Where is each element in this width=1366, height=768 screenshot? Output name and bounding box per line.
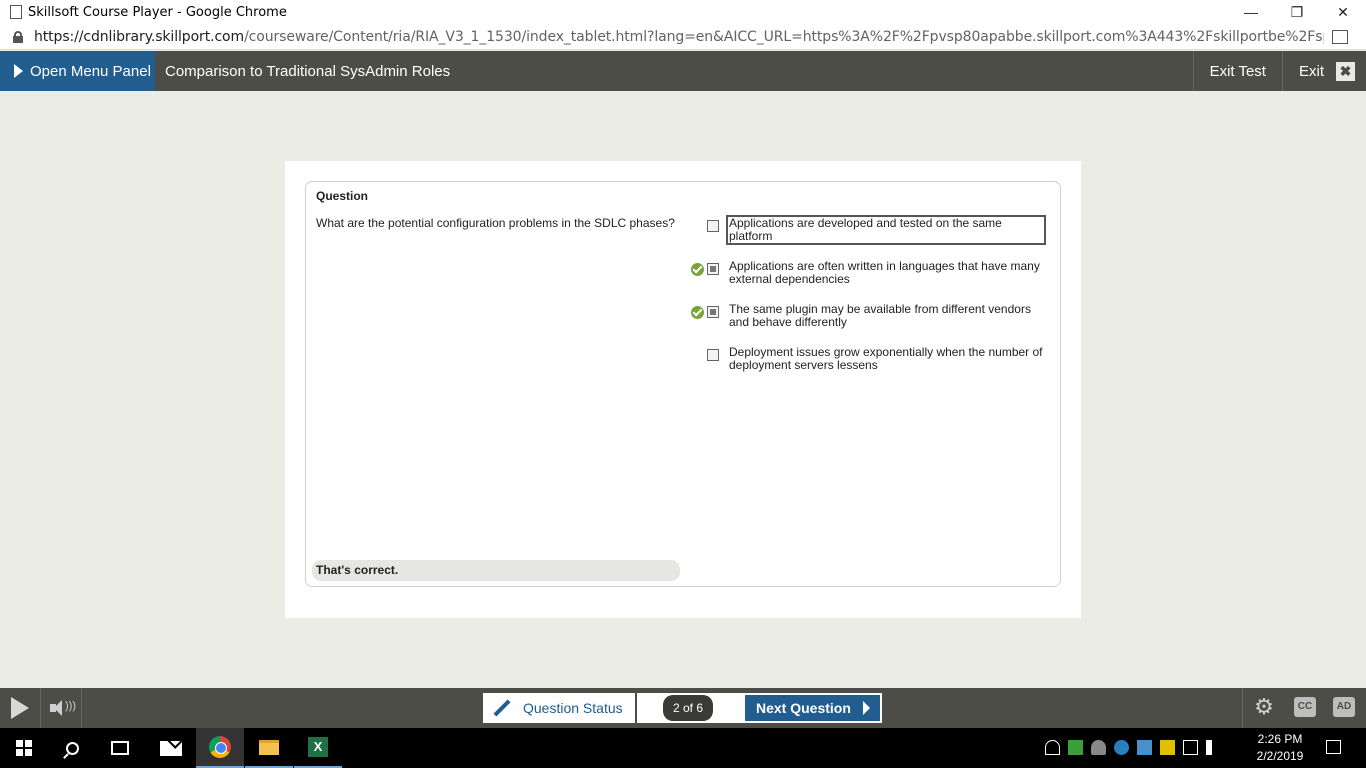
page-indicator: 2 of 6 bbox=[663, 695, 713, 721]
option-label[interactable]: Applications are developed and tested on… bbox=[726, 215, 1046, 245]
closed-captions-icon[interactable]: CC bbox=[1294, 697, 1316, 717]
minimize-button[interactable]: — bbox=[1228, 0, 1274, 24]
open-menu-panel-button[interactable]: Open Menu Panel bbox=[0, 51, 155, 91]
next-question-button[interactable]: Next Question bbox=[745, 695, 880, 721]
answer-option-3[interactable]: The same plugin may be available from di… bbox=[691, 302, 1051, 334]
people-icon[interactable] bbox=[1045, 740, 1060, 755]
window-title: Skillsoft Course Player - Google Chrome bbox=[28, 4, 287, 20]
search-icon bbox=[65, 741, 79, 755]
restore-button[interactable]: ❐ bbox=[1274, 0, 1320, 24]
lock-icon[interactable] bbox=[13, 30, 23, 43]
shield-icon[interactable] bbox=[1160, 740, 1175, 755]
play-icon[interactable] bbox=[11, 697, 29, 719]
next-question-label: Next Question bbox=[756, 700, 851, 716]
player-control-bar: ))) Question Status 2 of 6 Next Question… bbox=[0, 688, 1366, 728]
close-icon: ✖ bbox=[1336, 61, 1355, 81]
option-checkbox[interactable] bbox=[707, 220, 719, 232]
question-pager: 2 of 6 Next Question bbox=[637, 693, 882, 723]
divider bbox=[40, 688, 41, 728]
network-icon[interactable] bbox=[1183, 740, 1198, 755]
search-button[interactable] bbox=[48, 728, 96, 768]
close-window-button[interactable]: ✕ bbox=[1320, 0, 1366, 24]
exit-test-label: Exit Test bbox=[1209, 62, 1266, 80]
chrome-icon bbox=[209, 736, 231, 758]
question-text: What are the potential configuration pro… bbox=[316, 216, 675, 230]
menu-button-label: Open Menu Panel bbox=[30, 62, 151, 80]
cast-icon[interactable] bbox=[1332, 29, 1348, 44]
pencil-icon bbox=[492, 698, 512, 718]
clock-date: 2/2/2019 bbox=[1256, 749, 1304, 763]
option-checkbox[interactable] bbox=[707, 306, 719, 318]
question-heading: Question bbox=[316, 189, 369, 203]
header-actions: Exit Test Exit ✖ bbox=[1192, 51, 1366, 91]
exit-test-button[interactable]: Exit Test bbox=[1192, 51, 1282, 91]
system-tray bbox=[1045, 740, 1221, 755]
cloud-icon[interactable] bbox=[1091, 740, 1106, 755]
feedback-message: That's correct. bbox=[312, 560, 680, 581]
address-bar[interactable]: https://cdnlibrary.skillport.com/coursew… bbox=[0, 24, 1366, 50]
page-favicon-icon bbox=[10, 5, 22, 19]
correct-check-icon bbox=[691, 306, 704, 319]
taskbar-file-explorer[interactable] bbox=[245, 728, 293, 768]
question-panel: Question What are the potential configur… bbox=[285, 161, 1081, 618]
audio-waves-icon: ))) bbox=[65, 700, 76, 712]
question-box: Question What are the potential configur… bbox=[305, 181, 1061, 587]
exit-button[interactable]: Exit ✖ bbox=[1281, 51, 1366, 91]
option-checkbox[interactable] bbox=[707, 263, 719, 275]
volume-icon[interactable] bbox=[1206, 740, 1221, 755]
taskbar-mail[interactable] bbox=[147, 728, 195, 768]
browser-title-bar: Skillsoft Course Player - Google Chrome … bbox=[0, 0, 1366, 24]
network-globe-icon[interactable] bbox=[1114, 740, 1129, 755]
app-tray-icon[interactable] bbox=[1068, 740, 1083, 755]
url-host: https://cdnlibrary.skillport.com bbox=[34, 28, 245, 45]
divider bbox=[81, 688, 82, 728]
question-status-label: Question Status bbox=[523, 700, 623, 716]
next-arrow-icon bbox=[863, 701, 870, 715]
option-label[interactable]: The same plugin may be available from di… bbox=[727, 302, 1047, 330]
answer-option-1[interactable]: Applications are developed and tested on… bbox=[691, 215, 1051, 248]
url-text[interactable]: https://cdnlibrary.skillport.com/coursew… bbox=[34, 29, 1324, 45]
audio-description-icon[interactable]: AD bbox=[1333, 697, 1355, 717]
question-status-button[interactable]: Question Status bbox=[483, 693, 635, 723]
option-checkbox[interactable] bbox=[707, 349, 719, 361]
correct-check-icon bbox=[691, 263, 704, 276]
url-path: /courseware/Content/ria/RIA_V3_1_1530/in… bbox=[244, 28, 1324, 45]
start-button[interactable] bbox=[0, 728, 48, 768]
exit-label: Exit bbox=[1298, 62, 1324, 80]
folder-icon bbox=[259, 739, 279, 755]
window-controls: — ❐ ✕ bbox=[1228, 0, 1366, 24]
course-title: Comparison to Traditional SysAdmin Roles bbox=[165, 62, 451, 80]
taskbar-excel[interactable]: X bbox=[294, 728, 342, 768]
windows-logo-icon bbox=[16, 740, 32, 756]
gear-icon[interactable]: ⚙ bbox=[1254, 696, 1274, 718]
notification-icon[interactable] bbox=[1326, 740, 1341, 754]
system-clock[interactable]: 2:26 PM 2/2/2019 bbox=[1250, 731, 1310, 765]
task-view-icon bbox=[111, 741, 129, 755]
excel-icon: X bbox=[308, 737, 328, 757]
answer-option-4[interactable]: Deployment issues grow exponentially whe… bbox=[691, 345, 1051, 377]
option-label[interactable]: Deployment issues grow exponentially whe… bbox=[727, 345, 1047, 373]
expand-arrow-icon bbox=[14, 64, 23, 78]
divider bbox=[1242, 688, 1243, 728]
windows-taskbar: X 2:26 PM 2/2/2019 bbox=[0, 728, 1366, 768]
answer-option-2[interactable]: Applications are often written in langua… bbox=[691, 259, 1051, 291]
course-header: Open Menu Panel Comparison to Traditiona… bbox=[0, 51, 1366, 91]
option-label[interactable]: Applications are often written in langua… bbox=[727, 259, 1047, 287]
mail-icon bbox=[160, 740, 182, 756]
task-view-button[interactable] bbox=[96, 728, 144, 768]
taskbar-chrome[interactable] bbox=[196, 728, 244, 768]
clock-time: 2:26 PM bbox=[1257, 732, 1303, 746]
app-tray-icon[interactable] bbox=[1137, 740, 1152, 755]
